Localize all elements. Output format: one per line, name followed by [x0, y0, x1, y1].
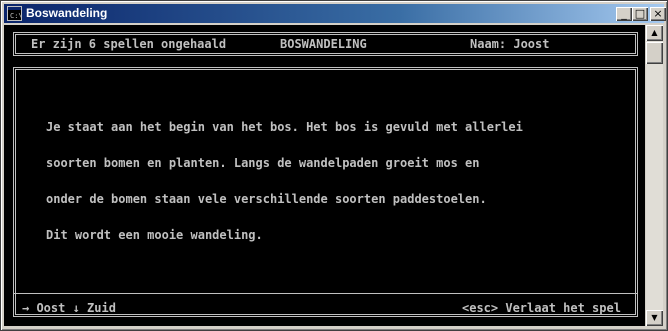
console-area[interactable]: Er zijn 6 spellen ongehaald BOSWANDELING… — [4, 25, 645, 326]
story-line: onder de bomen staan vele verschillende … — [46, 192, 487, 206]
story-line: Dit wordt een mooie wandeling. — [46, 228, 263, 242]
player-name: Naam: Joost — [470, 37, 550, 51]
maximize-button[interactable]: □ — [632, 7, 648, 21]
minimize-button[interactable]: _ — [616, 7, 632, 21]
svg-text:C:\: C:\ — [10, 12, 22, 20]
game-title: BOSWANDELING — [280, 37, 367, 51]
app-window: C:\ Boswandeling _ □ × Er zijn 6 spellen… — [0, 0, 668, 331]
console-app-icon: C:\ — [7, 6, 22, 21]
quit-hint: <esc> Verlaat het spel — [462, 301, 621, 315]
direction-options: → Oost ↓ Zuid — [22, 301, 116, 315]
story-line: soorten bomen en planten. Langs de wande… — [46, 156, 480, 170]
title-bar[interactable]: C:\ Boswandeling _ □ × — [4, 4, 666, 23]
footer-divider — [13, 293, 638, 294]
story-text: Je staat aan het begin van het bos. Het … — [46, 97, 523, 265]
story-line: Je staat aan het begin van het bos. Het … — [46, 120, 523, 134]
scroll-up-button[interactable]: ▲ — [646, 25, 663, 41]
close-button[interactable]: × — [650, 7, 666, 21]
window-title: Boswandeling — [26, 6, 108, 20]
games-fetched-text: Er zijn 6 spellen ongehaald — [31, 37, 227, 51]
scroll-down-button[interactable]: ▼ — [646, 310, 663, 326]
vertical-scrollbar[interactable]: ▲ ▼ — [646, 25, 663, 326]
scroll-thumb[interactable] — [646, 42, 663, 64]
